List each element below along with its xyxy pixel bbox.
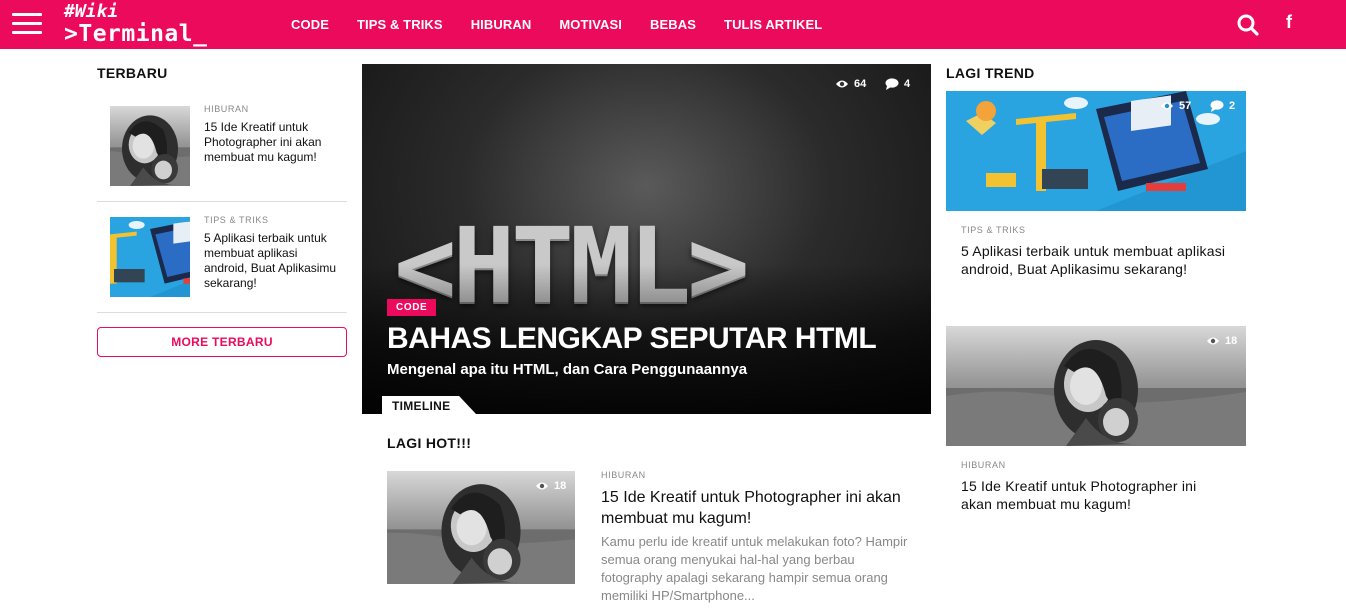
eye-icon [1161, 102, 1173, 110]
eye-icon [1207, 337, 1219, 345]
terbaru-item-1[interactable]: HIBURAN 15 Ide Kreatif untuk Photographe… [204, 104, 344, 165]
lagi-hot-excerpt: Kamu perlu ide kreatif untuk melakukan f… [601, 534, 908, 603]
terbaru-item-2-title[interactable]: 5 Aplikasi terbaik untuk membuat aplikas… [204, 231, 344, 291]
featured-subtitle: Mengenal apa itu HTML, dan Cara Pengguna… [387, 361, 748, 378]
comment-icon [1210, 100, 1224, 112]
site-logo[interactable]: #Wiki >Terminal_ [64, 0, 207, 46]
eye-icon [536, 482, 548, 490]
featured-comments-count: 4 [904, 78, 911, 90]
terbaru-thumb-1[interactable] [110, 106, 190, 186]
featured-title[interactable]: BAHAS LENGKAP SEPUTAR HTML [387, 322, 877, 356]
divider [97, 312, 347, 313]
trend-1-views: 57 [1160, 100, 1191, 112]
lagi-hot-category: HIBURAN [601, 470, 646, 480]
trend-2-title[interactable]: 15 Ide Kreatif untuk Photographer ini ak… [961, 477, 1231, 513]
featured-views: 64 [835, 78, 866, 90]
lagi-hot-views: 18 [535, 480, 566, 492]
trend-thumb-2[interactable]: 18 [946, 326, 1246, 446]
terbaru-item-2[interactable]: TIPS & TRIKS 5 Aplikasi terbaik untuk me… [204, 215, 344, 291]
trend-thumb-1[interactable]: 57 2 [946, 91, 1246, 211]
terbaru-thumb-2[interactable] [110, 217, 190, 297]
logo-line-2: >Terminal_ [64, 21, 208, 47]
trend-2-category: HIBURAN [961, 460, 1006, 470]
divider [97, 201, 347, 202]
lagi-hot-title[interactable]: 15 Ide Kreatif untuk Photographer ini ak… [601, 487, 911, 529]
lagi-trend-heading: LAGI TREND [946, 65, 1035, 81]
more-terbaru-button[interactable]: MORE TERBARU [97, 327, 347, 357]
eye-icon [836, 80, 848, 88]
logo-line-1: #Wiki [64, 1, 119, 22]
lagi-hot-thumb[interactable]: 18 [387, 471, 575, 584]
featured-category-badge[interactable]: CODE [387, 299, 437, 316]
featured-comments: 4 [885, 78, 910, 90]
terbaru-item-1-title[interactable]: 15 Ide Kreatif untuk Photographer ini ak… [204, 120, 344, 165]
nav-bebas[interactable]: BEBAS [636, 17, 710, 32]
trend-1-category: TIPS & TRIKS [961, 225, 1026, 235]
trend-2-views-count: 18 [1225, 335, 1238, 347]
terbaru-item-2-category: TIPS & TRIKS [204, 215, 269, 225]
trend-1-views-count: 57 [1179, 100, 1192, 112]
trend-2-views: 18 [1206, 335, 1237, 347]
top-nav-bar: #Wiki >Terminal_ CODE TIPS & TRIKS HIBUR… [0, 0, 1346, 49]
nav-motivasi[interactable]: MOTIVASI [545, 17, 636, 32]
lagi-hot-views-count: 18 [554, 480, 567, 492]
menu-icon[interactable] [12, 13, 42, 35]
nav-tips-triks[interactable]: TIPS & TRIKS [343, 17, 457, 32]
nav-tulis-artikel[interactable]: TULIS ARTIKEL [710, 17, 836, 32]
lagi-hot-heading: LAGI HOT!!! [387, 435, 472, 451]
comment-icon [885, 78, 899, 90]
terbaru-heading: TERBARU [97, 65, 168, 81]
trend-1-comments-count: 2 [1229, 100, 1236, 112]
nav-code[interactable]: CODE [277, 17, 343, 32]
nav-hiburan[interactable]: HIBURAN [457, 17, 546, 32]
timeline-tab-label: TIMELINE [392, 399, 451, 413]
trend-1-title[interactable]: 5 Aplikasi terbaik untuk membuat aplikas… [961, 242, 1231, 278]
main-nav: CODE TIPS & TRIKS HIBURAN MOTIVASI BEBAS… [277, 0, 836, 49]
search-icon[interactable] [1236, 13, 1260, 37]
featured-post[interactable]: <HTML> 64 4 CODE BAHAS LENGKAP SEPUTAR H… [362, 64, 931, 414]
featured-views-count: 64 [854, 78, 867, 90]
terbaru-item-1-category: HIBURAN [204, 104, 249, 114]
facebook-icon[interactable]: f [1280, 12, 1298, 36]
trend-1-comments: 2 [1210, 100, 1235, 112]
